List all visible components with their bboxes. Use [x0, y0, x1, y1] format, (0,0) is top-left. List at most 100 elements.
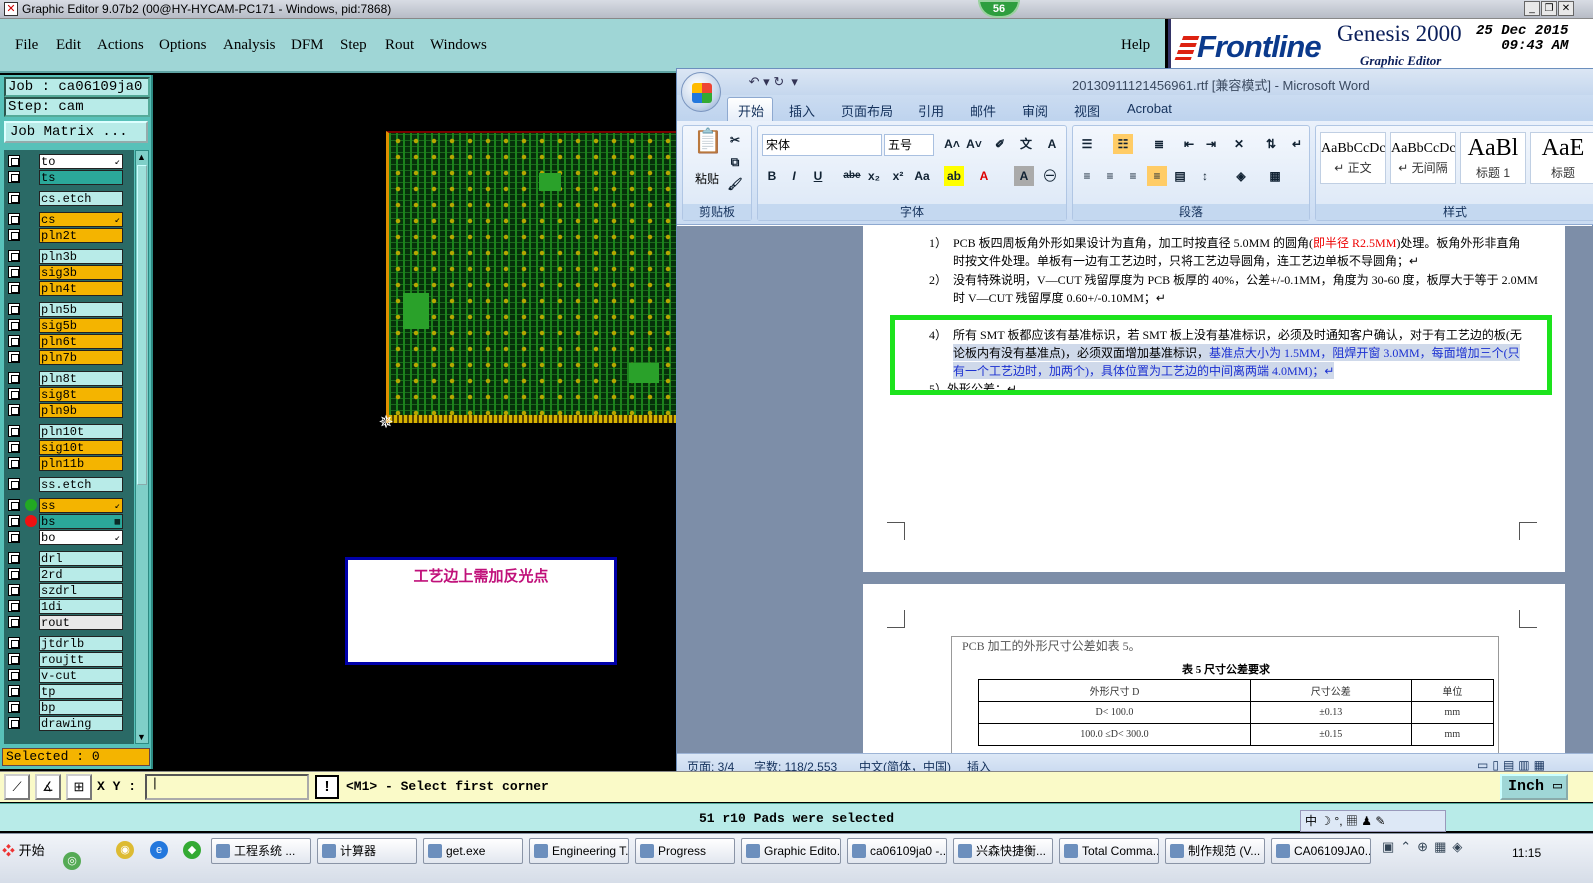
layer-name[interactable]: rout	[39, 615, 123, 630]
menu-rout[interactable]: Rout	[385, 37, 414, 54]
style-title[interactable]: AaE 标题	[1530, 132, 1593, 184]
chrome-icon[interactable]: ◉	[116, 841, 134, 859]
document-page[interactable]: PCB 加工的外形尺寸公差如表 5。 表 5 尺寸公差要求 外形尺寸 D 尺寸公差…	[863, 584, 1565, 766]
layer-row[interactable]: rout	[4, 615, 124, 630]
subscript-icon[interactable]: x₂	[864, 166, 884, 186]
distribute-icon[interactable]: ▤	[1170, 166, 1190, 186]
layer-name[interactable]: pln3b	[39, 249, 123, 264]
layer-row[interactable]: sig10t	[4, 440, 124, 455]
layer-row[interactable]: ts	[4, 170, 124, 185]
layer-row[interactable]: bo ↙	[4, 530, 124, 545]
scroll-up-icon[interactable]: ▲	[137, 152, 146, 162]
highlight-icon[interactable]: ab	[944, 166, 964, 186]
layer-name[interactable]: drl	[39, 551, 123, 566]
layer-row[interactable]: szdrl	[4, 583, 124, 598]
task-item[interactable]: 制作规范 (V...	[1165, 838, 1265, 864]
layer-row[interactable]: pln11b	[4, 456, 124, 471]
layer-checkbox[interactable]	[8, 478, 20, 490]
layer-name[interactable]: ss.etch	[39, 477, 123, 492]
layer-row[interactable]: ss.etch	[4, 477, 124, 492]
app-icon[interactable]: ◆	[183, 841, 201, 859]
task-item[interactable]: Graphic Edito...	[741, 838, 841, 864]
task-item[interactable]: CA06109JA0...	[1271, 838, 1371, 864]
layer-name[interactable]: to ↙	[39, 154, 123, 169]
task-item[interactable]: 计算器	[317, 838, 417, 864]
layer-name[interactable]: pln8t	[39, 371, 123, 386]
bold-icon[interactable]: B	[762, 166, 782, 186]
layer-row[interactable]: pln9b	[4, 403, 124, 418]
layer-row[interactable]: bs ▦	[4, 514, 124, 529]
layer-checkbox[interactable]	[8, 717, 20, 729]
layer-checkbox[interactable]	[8, 637, 20, 649]
menu-options[interactable]: Options	[159, 37, 207, 54]
grow-font-icon[interactable]: A˄	[942, 134, 962, 154]
layer-name[interactable]: cs.etch	[39, 191, 123, 206]
menu-windows[interactable]: Windows	[430, 37, 487, 54]
start-button[interactable]: ❖ 开始	[2, 840, 52, 862]
layer-checkbox[interactable]	[8, 266, 20, 278]
task-item[interactable]: Total Comma...	[1059, 838, 1159, 864]
pcb-graphic[interactable]	[386, 131, 676, 423]
close-button[interactable]: ✕	[1558, 1, 1574, 16]
menu-dfm[interactable]: DFM	[291, 37, 324, 54]
job-field[interactable]: Job : ca06109ja0	[4, 77, 150, 97]
layer-name[interactable]: sig3b	[39, 265, 123, 280]
char-shading-icon[interactable]: A	[1014, 166, 1034, 186]
layer-name[interactable]: pln4t	[39, 281, 123, 296]
style-no-spacing[interactable]: AaBbCcDc ↵ 无间隔	[1390, 132, 1456, 184]
chinese-layout-icon[interactable]: ✕	[1229, 134, 1249, 154]
task-item[interactable]: 工程系统 ...	[211, 838, 311, 864]
tab-view[interactable]: 视图	[1074, 101, 1100, 120]
layer-scrollbar[interactable]: ▲ ▼	[135, 150, 149, 744]
layer-name[interactable]: pln7b	[39, 350, 123, 365]
tab-review[interactable]: 审阅	[1022, 101, 1048, 120]
layer-row[interactable]: pln3b	[4, 249, 124, 264]
layer-checkbox[interactable]	[8, 171, 20, 183]
tab-references[interactable]: 引用	[918, 101, 944, 120]
xy-input[interactable]: |	[145, 774, 309, 800]
layer-row[interactable]: drl	[4, 551, 124, 566]
line-spacing-icon[interactable]: ↕	[1195, 166, 1215, 186]
tab-page-layout[interactable]: 页面布局	[841, 101, 893, 120]
scroll-thumb[interactable]	[137, 165, 147, 485]
copy-icon[interactable]: ⧉	[725, 152, 745, 172]
layer-checkbox[interactable]	[8, 584, 20, 596]
ie-icon[interactable]: e	[150, 841, 168, 859]
layer-row[interactable]: 2rd	[4, 567, 124, 582]
multilevel-list-icon[interactable]: ≣	[1149, 134, 1169, 154]
borders-icon[interactable]: ▦	[1265, 166, 1285, 186]
font-name-select[interactable]: 宋体	[762, 134, 882, 156]
layer-checkbox[interactable]	[8, 568, 20, 580]
layer-checkbox[interactable]	[8, 250, 20, 262]
layer-name[interactable]: pln6t	[39, 334, 123, 349]
layer-checkbox[interactable]	[8, 515, 20, 527]
layer-name[interactable]: pln9b	[39, 403, 123, 418]
layer-row[interactable]: drawing	[4, 716, 124, 731]
task-item[interactable]: 兴森快捷衡...	[953, 838, 1053, 864]
font-size-select[interactable]: 五号	[884, 134, 934, 156]
task-item[interactable]: get.exe	[423, 838, 523, 864]
snap-icon[interactable]: ⟋	[4, 774, 30, 800]
layer-name[interactable]: pln2t	[39, 228, 123, 243]
view-buttons-icon[interactable]: ▭▯▤▥▦	[1477, 758, 1549, 772]
layer-name[interactable]: sig10t	[39, 440, 123, 455]
layer-name[interactable]: szdrl	[39, 583, 123, 598]
layer-name[interactable]: bo ↙	[39, 530, 123, 545]
quick-access-toolbar[interactable]: ↶ ▾ ↻ ▾	[727, 74, 798, 90]
warning-icon[interactable]: !	[315, 775, 339, 799]
layer-checkbox[interactable]	[8, 319, 20, 331]
layer-row[interactable]: sig5b	[4, 318, 124, 333]
layer-checkbox[interactable]	[8, 335, 20, 347]
menu-step[interactable]: Step	[340, 37, 367, 54]
layer-row[interactable]: tp	[4, 684, 124, 699]
style-heading-1[interactable]: AaBl 标题 1	[1460, 132, 1526, 184]
layer-name[interactable]: cs ↙	[39, 212, 123, 227]
layer-name[interactable]: v-cut	[39, 668, 123, 683]
layer-name[interactable]: sig8t	[39, 387, 123, 402]
shading-icon[interactable]: ◈	[1231, 166, 1251, 186]
layer-row[interactable]: pln2t	[4, 228, 124, 243]
app-group-icon[interactable]: ◎	[63, 852, 81, 870]
layer-checkbox[interactable]	[8, 192, 20, 204]
menu-file[interactable]: File	[15, 37, 38, 54]
tab-insert[interactable]: 插入	[789, 101, 815, 120]
